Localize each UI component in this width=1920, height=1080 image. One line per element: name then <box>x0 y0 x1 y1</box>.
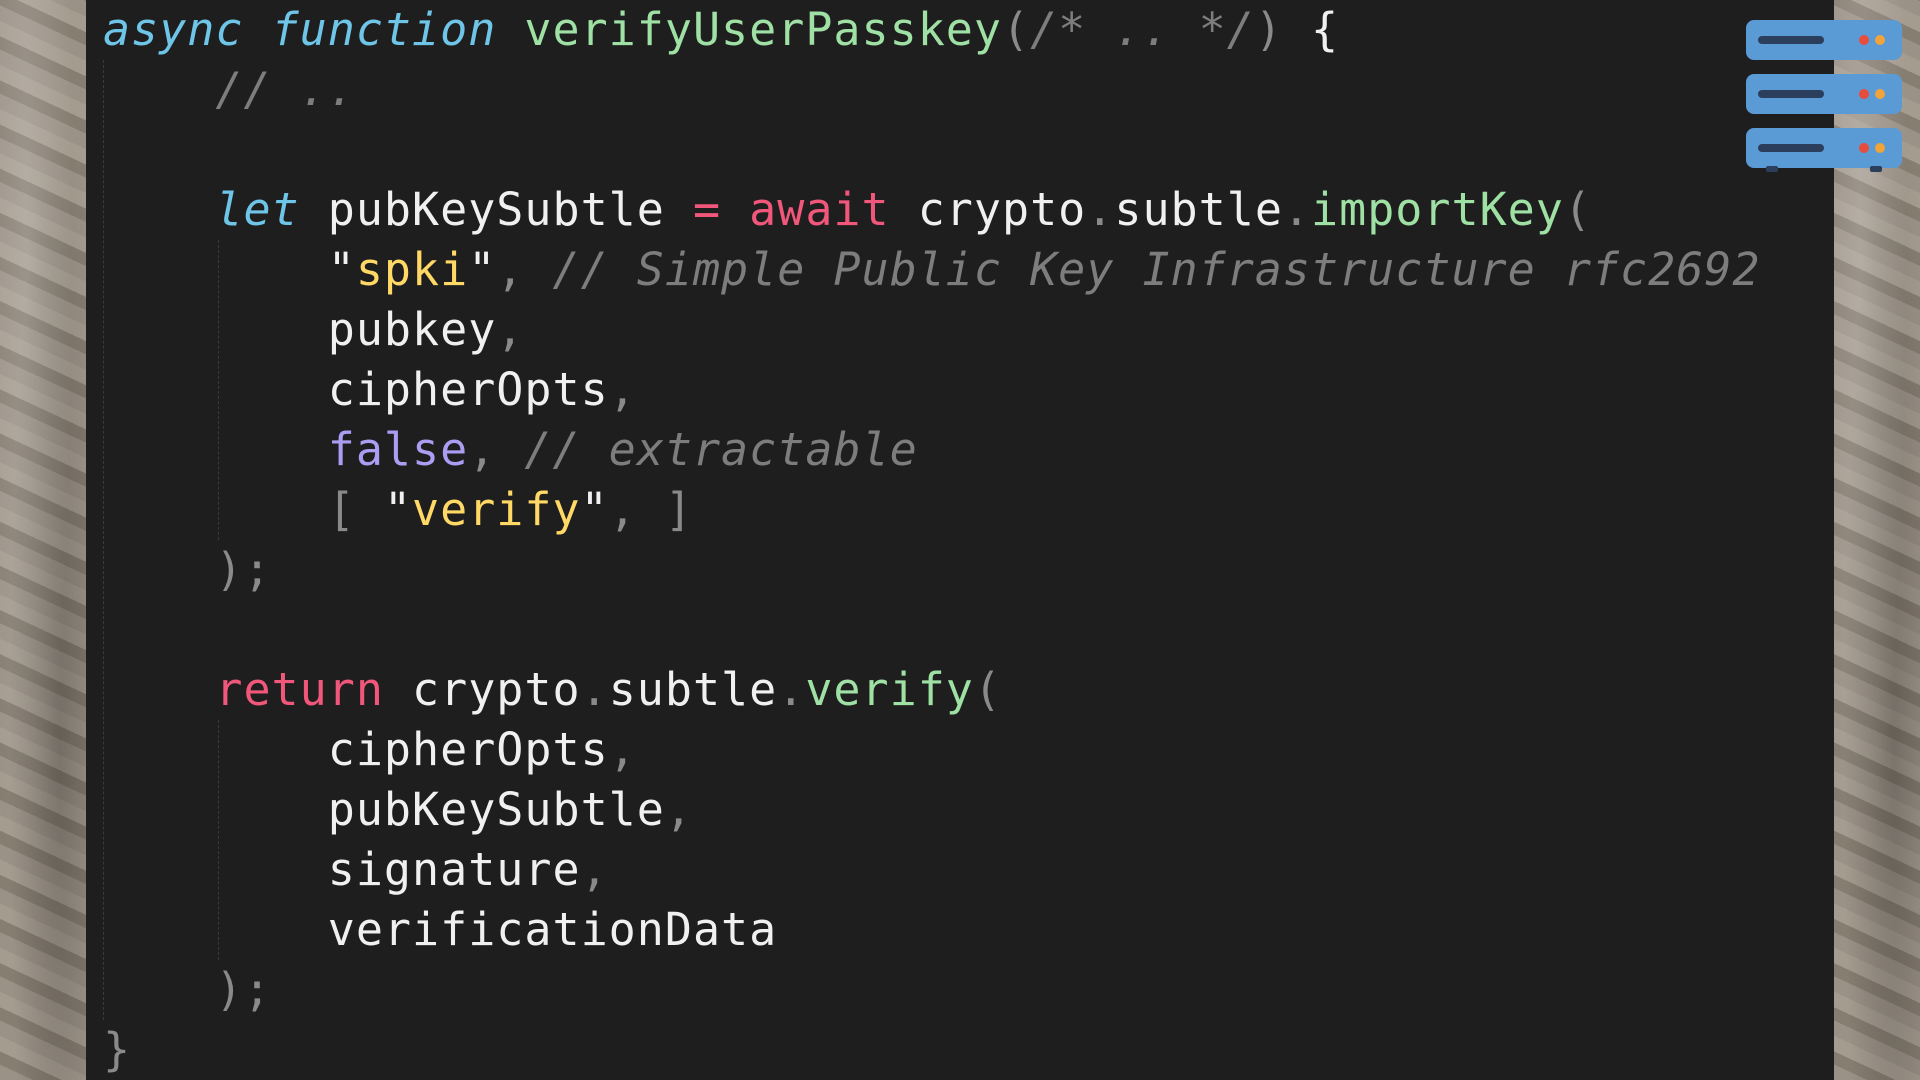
code-token: return <box>215 663 384 716</box>
code-token: /* .. */ <box>1030 3 1255 56</box>
code-token: pubkey <box>103 303 497 356</box>
code-line[interactable]: pubkey, <box>86 300 1760 360</box>
code-token: " <box>383 483 413 536</box>
code-token: . <box>1086 183 1115 236</box>
code-token: . <box>777 663 806 716</box>
code-line[interactable]: return crypto.subtle.verify( <box>86 660 1760 720</box>
code-line[interactable]: ); <box>86 960 1760 1020</box>
code-token: ); <box>215 543 272 596</box>
code-token: , <box>580 843 609 896</box>
code-line[interactable]: async function verifyUserPasskey(/* .. *… <box>86 0 1760 60</box>
code-token: pubKeySubtle <box>103 783 665 836</box>
code-line[interactable]: verificationData <box>86 900 1760 960</box>
code-token: , <box>608 363 637 416</box>
code-line[interactable] <box>86 120 1760 180</box>
code-block[interactable]: async function verifyUserPasskey(/* .. *… <box>86 0 1760 1080</box>
code-token: importKey <box>1311 183 1564 236</box>
background-photo-left <box>0 0 86 1080</box>
server-unit-2 <box>1746 74 1902 114</box>
code-line[interactable]: // .. <box>86 60 1760 120</box>
code-token: , <box>664 783 693 836</box>
code-token: , <box>608 723 637 776</box>
code-token: cipherOpts <box>103 723 609 776</box>
code-token: " <box>468 243 497 296</box>
code-token: // Simple Public Key Infrastructure rfc2… <box>552 243 1761 296</box>
server-stack-icon <box>1746 20 1906 180</box>
code-token: verify <box>412 483 581 536</box>
code-token: [ <box>327 483 384 536</box>
code-token: signature <box>103 843 581 896</box>
code-line[interactable]: ); <box>86 540 1760 600</box>
code-token: { <box>1282 3 1340 56</box>
code-line[interactable]: pubKeySubtle, <box>86 780 1760 840</box>
code-token: crypto <box>383 663 581 716</box>
code-line[interactable]: false, // extractable <box>86 420 1760 480</box>
code-line[interactable] <box>86 600 1760 660</box>
code-token: " <box>327 243 356 296</box>
code-token: " <box>580 483 609 536</box>
code-token: ( <box>973 663 1002 716</box>
code-editor[interactable]: async function verifyUserPasskey(/* .. *… <box>86 0 1834 1080</box>
code-line[interactable]: let pubKeySubtle = await crypto.subtle.i… <box>86 180 1760 240</box>
code-token: verificationData <box>103 903 778 956</box>
code-token: subtle <box>1114 183 1283 236</box>
code-line[interactable]: [ "verify", ] <box>86 480 1760 540</box>
code-token: } <box>103 1023 132 1076</box>
code-token: subtle <box>608 663 778 716</box>
code-token: , ] <box>608 483 693 536</box>
code-token: async <box>103 3 244 56</box>
code-line[interactable]: cipherOpts, <box>86 360 1760 420</box>
code-token: , <box>496 303 525 356</box>
code-token: pubKeySubtle <box>299 183 693 236</box>
code-line[interactable]: } <box>86 1020 1760 1080</box>
code-line[interactable]: "spki", // Simple Public Key Infrastruct… <box>86 240 1760 300</box>
code-token: cipherOpts <box>103 363 609 416</box>
code-token: // extractable <box>524 423 918 476</box>
code-token: , <box>496 243 553 296</box>
server-unit-3 <box>1746 128 1902 172</box>
code-token: ( <box>1001 3 1031 56</box>
code-token: verify <box>805 663 974 716</box>
code-token: ) <box>1254 3 1283 56</box>
code-token: , <box>468 423 525 476</box>
code-token: await <box>749 183 890 236</box>
code-token: function <box>271 3 497 56</box>
code-token: ); <box>215 963 272 1016</box>
code-token: crypto <box>889 183 1087 236</box>
code-token: . <box>1282 183 1312 236</box>
server-unit-1 <box>1746 20 1902 60</box>
code-token: let <box>215 183 300 236</box>
code-token: . <box>580 663 609 716</box>
code-token: = <box>692 183 722 236</box>
code-token: false <box>327 423 469 476</box>
code-line[interactable]: cipherOpts, <box>86 720 1760 780</box>
code-line[interactable]: signature, <box>86 840 1760 900</box>
code-token: // .. <box>215 63 356 116</box>
code-token: verifyUserPasskey <box>524 3 1002 56</box>
code-token: ( <box>1563 183 1592 236</box>
code-token: spki <box>355 243 469 296</box>
